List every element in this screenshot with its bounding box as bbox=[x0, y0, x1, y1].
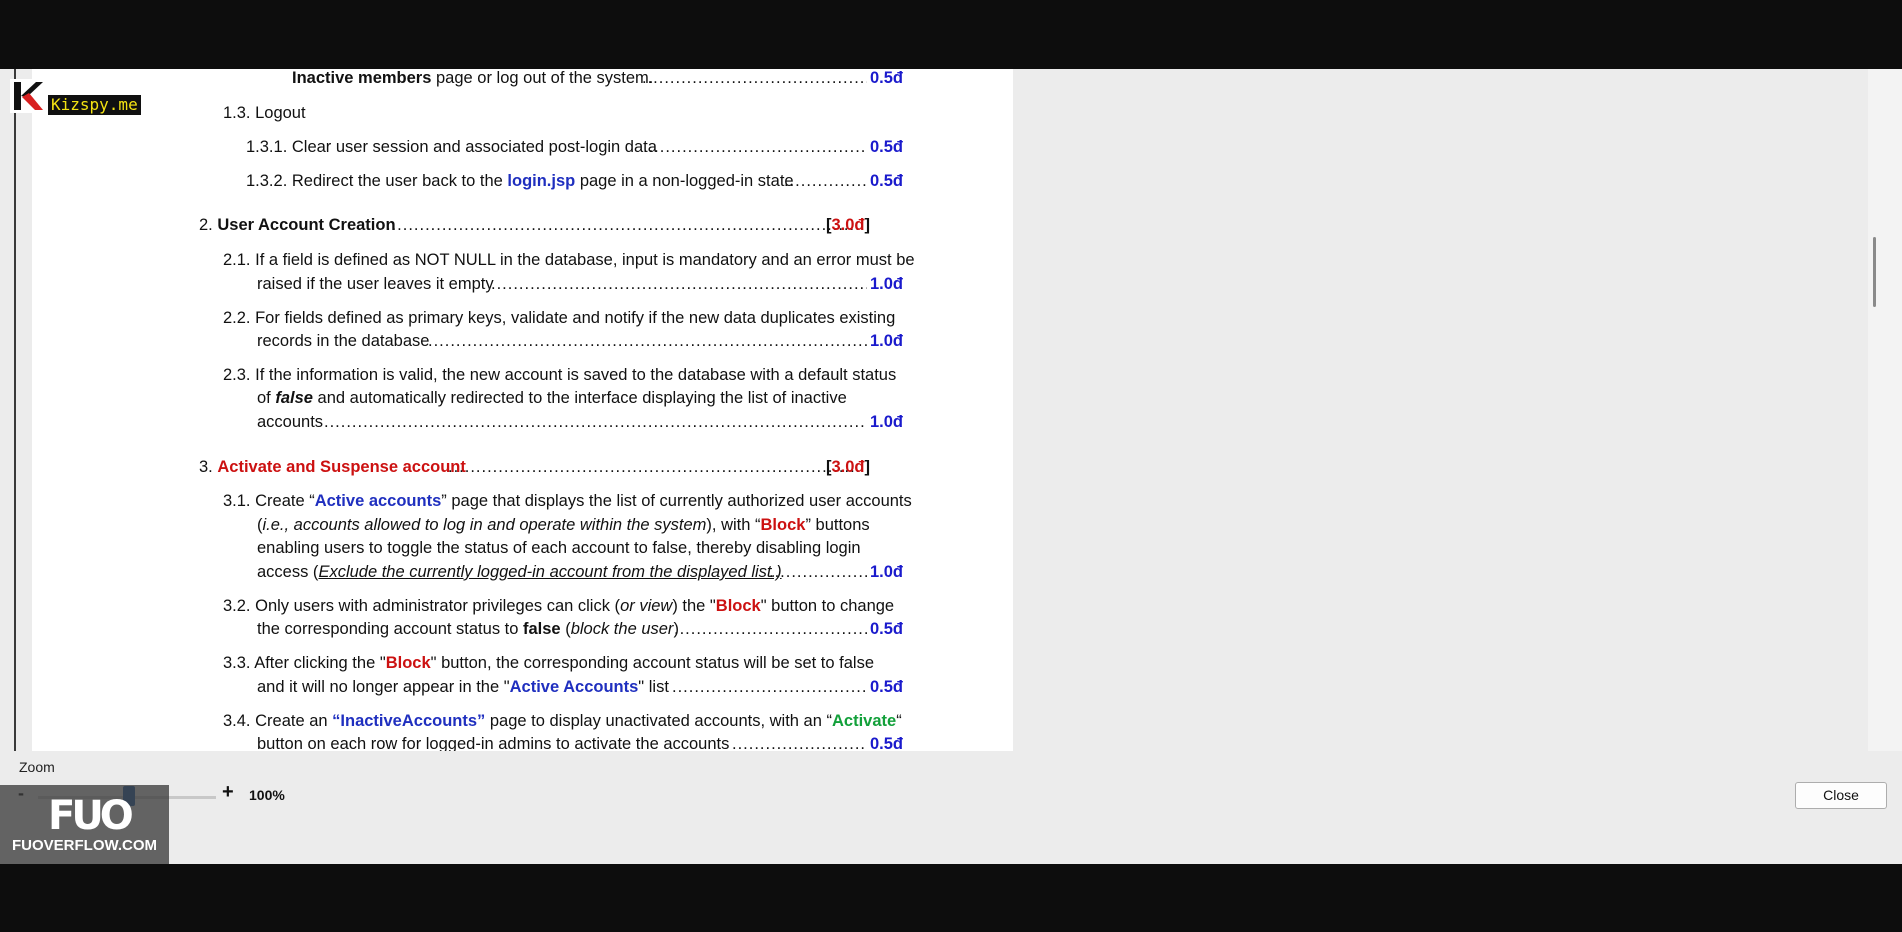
dot-leader: .............................. bbox=[784, 172, 867, 190]
document-viewer-dialog: Inactive members page or log out of the … bbox=[0, 69, 1902, 864]
dot-leader: ........................................… bbox=[324, 413, 867, 431]
section-heading: 2. User Account Creation bbox=[199, 216, 396, 234]
dot-leader: .................................. bbox=[769, 563, 867, 581]
points-value: 1.0đ bbox=[870, 332, 904, 350]
zoom-in-button[interactable]: + bbox=[222, 781, 234, 804]
close-button[interactable]: Close bbox=[1795, 782, 1887, 809]
doc-line: records in the database bbox=[257, 332, 430, 350]
dot-leader: ........................................… bbox=[643, 138, 867, 156]
dot-leader: ........................................… bbox=[732, 735, 867, 751]
kizspy-text: Kizspy.me bbox=[48, 95, 141, 115]
zoom-label: Zoom bbox=[19, 759, 55, 775]
points-value: 0.5đ bbox=[870, 735, 904, 751]
doc-line: of false and automatically redirected to… bbox=[257, 389, 847, 407]
doc-line: raised if the user leaves it empty bbox=[257, 275, 494, 293]
doc-line: access (Exclude the currently logged-in … bbox=[257, 563, 782, 581]
points-value: 0.5đ bbox=[870, 620, 904, 638]
doc-line: 3.2. Only users with administrator privi… bbox=[223, 597, 895, 615]
zoom-value: 100% bbox=[249, 787, 285, 803]
points-value: 0.5đ bbox=[870, 138, 904, 156]
points-value: 1.0đ bbox=[870, 275, 904, 293]
dot-leader: ........................................… bbox=[491, 275, 867, 293]
doc-line: accounts bbox=[257, 413, 324, 431]
doc-line: the corresponding account status to fals… bbox=[257, 620, 679, 638]
doc-line: (i.e., accounts allowed to log in and op… bbox=[257, 516, 870, 534]
scrollbar-thumb[interactable] bbox=[1873, 237, 1876, 307]
vertical-scrollbar[interactable] bbox=[1868, 69, 1902, 751]
doc-line: 3.4. Create an “InactiveAccounts” page t… bbox=[223, 712, 902, 730]
section-points: [3.0đ] bbox=[826, 458, 871, 476]
doc-line: 1.3.2. Redirect the user back to the log… bbox=[246, 172, 794, 190]
section-heading: 1.3. Logout bbox=[223, 104, 306, 122]
document-page: Inactive members page or log out of the … bbox=[32, 69, 1013, 751]
doc-line: Inactive members page or log out of the … bbox=[292, 69, 654, 87]
kizspy-logo-icon bbox=[10, 79, 44, 113]
doc-line: and it will no longer appear in the "Act… bbox=[257, 678, 669, 696]
dot-leader: ........................................… bbox=[642, 69, 867, 87]
doc-line: 2.3. If the information is valid, the ne… bbox=[223, 366, 897, 384]
page-left-border bbox=[14, 69, 16, 751]
doc-line: 2.1. If a field is defined as NOT NULL i… bbox=[223, 251, 915, 269]
document-scroll-area[interactable]: Inactive members page or log out of the … bbox=[0, 69, 1868, 751]
dot-leader: ........................................… bbox=[448, 458, 858, 476]
points-value: 0.5đ bbox=[870, 678, 904, 696]
dot-leader: ........................................… bbox=[386, 216, 858, 234]
section-heading: 3. Activate and Suspense account bbox=[199, 458, 466, 476]
dot-leader: ........................................… bbox=[428, 332, 867, 350]
fuoverflow-watermark: FUO FUOVERFLOW.COM bbox=[0, 785, 169, 864]
dot-leader: ........................................… bbox=[674, 620, 867, 638]
section-points: [3.0đ] bbox=[826, 216, 871, 234]
fuo-site-text: FUOVERFLOW.COM bbox=[12, 837, 157, 854]
dot-leader: ........................................… bbox=[672, 678, 867, 696]
doc-line: 3.3. After clicking the "Block" button, … bbox=[223, 654, 875, 672]
doc-line: 3.1. Create “Active accounts” page that … bbox=[223, 492, 912, 510]
doc-line: button on each row for logged-in admins … bbox=[257, 735, 730, 751]
points-value: 0.5đ bbox=[870, 69, 904, 87]
doc-line: enabling users to toggle the status of e… bbox=[257, 539, 861, 557]
points-value: 0.5đ bbox=[870, 172, 904, 190]
points-value: 1.0đ bbox=[870, 563, 904, 581]
points-value: 1.0đ bbox=[870, 413, 904, 431]
doc-line: 2.2. For fields defined as primary keys,… bbox=[223, 309, 896, 327]
doc-line: 1.3.1. Clear user session and associated… bbox=[246, 138, 657, 156]
fuo-logo: FUO bbox=[48, 793, 134, 839]
